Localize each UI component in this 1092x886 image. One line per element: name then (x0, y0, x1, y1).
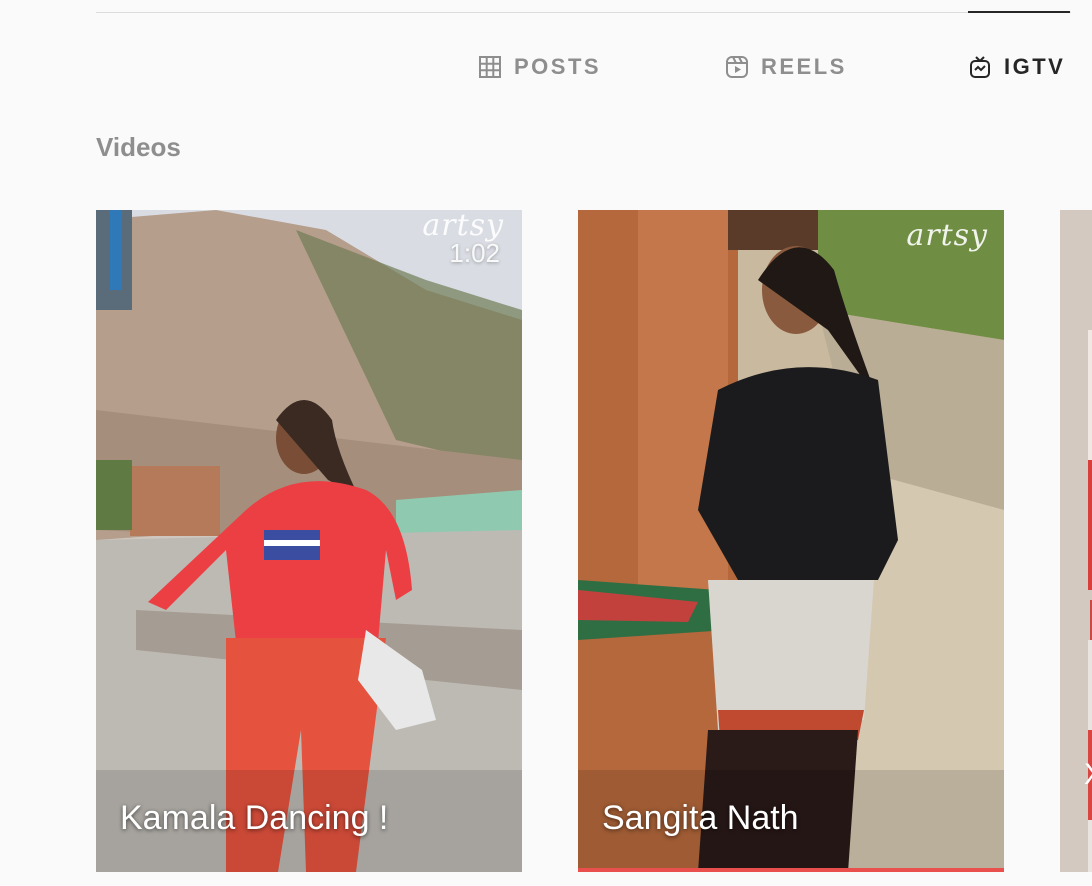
video-thumbnail (578, 210, 1004, 872)
section-title: Videos (96, 132, 181, 162)
tab-reels-label: REELS (761, 54, 847, 79)
video-title: Sangita Nath (602, 799, 799, 837)
grid-icon (478, 55, 502, 79)
reels-icon (725, 55, 749, 79)
video-card[interactable]: artsy 1:02 Kamala Dancing ! (96, 210, 522, 872)
video-duration: 1:02 (449, 238, 500, 268)
video-card[interactable]: artsy Sangita Nath (578, 210, 1004, 872)
tab-reels[interactable]: REELS (725, 52, 847, 82)
video-thumbnail (96, 210, 522, 872)
watermark-text: artsy (906, 218, 988, 253)
active-tab-indicator (968, 11, 1070, 13)
tab-igtv-label: IGTV (1004, 54, 1066, 79)
tab-posts[interactable]: POSTS (478, 52, 601, 82)
video-card[interactable]: X (1060, 210, 1092, 872)
video-title-partial: X (1084, 758, 1092, 792)
video-title: Kamala Dancing ! (120, 799, 389, 837)
tab-divider (96, 12, 1071, 13)
igtv-page: POSTS REELS IGTV Videos artsy 1:02 Kamal… (0, 0, 1092, 886)
igtv-icon (968, 55, 992, 79)
tab-igtv[interactable]: IGTV (968, 52, 1065, 82)
tab-posts-label: POSTS (514, 54, 602, 79)
